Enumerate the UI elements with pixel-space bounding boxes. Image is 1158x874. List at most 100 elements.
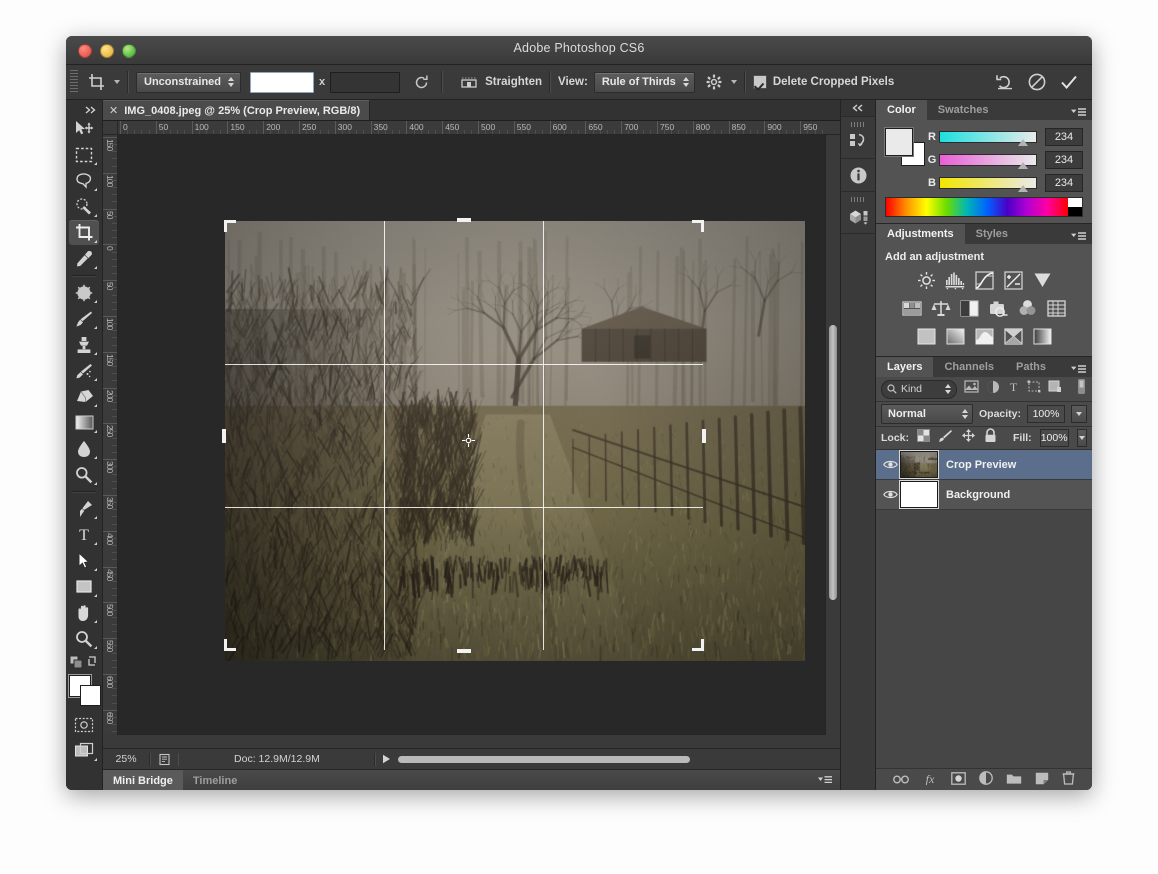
hand-tool[interactable] <box>69 600 99 625</box>
photo-filter-icon[interactable] <box>989 298 1009 318</box>
horizontal-scrollbar[interactable] <box>117 734 826 748</box>
crop-handle-tl2[interactable] <box>224 220 227 232</box>
lock-transparent-icon[interactable] <box>917 429 931 447</box>
channel-value-g[interactable]: 234 <box>1045 151 1083 169</box>
crop-handle-left[interactable] <box>222 429 226 443</box>
rectangular-marquee-tool[interactable] <box>69 142 99 167</box>
horizontal-scroll-thumb[interactable] <box>397 755 691 763</box>
b-slider-thumb[interactable] <box>1018 185 1028 192</box>
panel-menu-icon[interactable] <box>1071 362 1086 380</box>
crop-tool-icon[interactable] <box>84 69 110 95</box>
gear-chevron-icon[interactable] <box>730 80 737 84</box>
color-slider-r[interactable]: R 234 <box>925 128 1083 146</box>
vibrance-icon[interactable] <box>1032 270 1052 290</box>
filter-power-icon[interactable] <box>1076 378 1087 400</box>
new-adjustment-icon[interactable] <box>979 771 993 790</box>
channel-value-r[interactable]: 234 <box>1045 128 1083 146</box>
crop-handle-br2[interactable] <box>701 639 704 651</box>
eraser-tool[interactable] <box>69 384 99 409</box>
color-lookup-icon[interactable] <box>1047 298 1067 318</box>
layer-row-background[interactable]: Background <box>876 480 1092 510</box>
layer-name[interactable]: Crop Preview <box>946 459 1016 471</box>
color-spectrum-ramp[interactable] <box>885 197 1083 217</box>
eyedropper-tool[interactable] <box>69 246 99 271</box>
type-tool[interactable]: T <box>69 522 99 547</box>
crop-tool[interactable] <box>69 220 99 245</box>
new-layer-icon[interactable] <box>1035 772 1049 790</box>
layer-style-fx-icon[interactable]: fx <box>922 772 938 790</box>
path-selection-tool[interactable] <box>69 548 99 573</box>
lock-position-icon[interactable] <box>961 428 976 448</box>
canvas[interactable] <box>118 135 825 734</box>
threshold-icon[interactable] <box>974 326 994 346</box>
crop-handle-bottom[interactable] <box>457 649 471 653</box>
triangle-right-icon[interactable] <box>376 754 397 764</box>
move-tool[interactable] <box>69 116 99 141</box>
lock-image-icon[interactable] <box>938 429 953 448</box>
invert-icon[interactable] <box>916 326 936 346</box>
gradient-map-icon[interactable] <box>1032 326 1052 346</box>
background-color-swatch[interactable] <box>80 685 101 706</box>
clone-stamp-tool[interactable] <box>69 332 99 357</box>
blur-tool[interactable] <box>69 436 99 461</box>
shape-filter-icon[interactable] <box>1027 380 1041 398</box>
vertical-scroll-thumb[interactable] <box>829 325 837 600</box>
adjustment-filter-icon[interactable] <box>986 380 1000 399</box>
gear-icon[interactable] <box>701 69 727 95</box>
horizontal-ruler[interactable]: 0 50 100 150 200 250 300 350 400 450 500 550 600 650 7… <box>118 121 826 135</box>
cancel-icon[interactable] <box>1024 69 1050 95</box>
info-panel-button[interactable] <box>841 159 875 192</box>
g-slider-thumb[interactable] <box>1018 162 1028 169</box>
options-bar-grip[interactable] <box>70 70 78 94</box>
layer-row-crop-preview[interactable]: Crop Preview <box>876 450 1092 480</box>
zoom-level[interactable]: 25% <box>103 753 149 765</box>
tool-preset-chevron-icon[interactable] <box>114 80 120 84</box>
opacity-value[interactable]: 100% <box>1027 405 1065 423</box>
layer-thumbnail[interactable] <box>900 481 938 508</box>
foreground-background-colors[interactable] <box>67 674 101 706</box>
posterize-icon[interactable] <box>945 326 965 346</box>
swap-colors-control[interactable] <box>69 654 99 672</box>
rectangle-tool[interactable] <box>69 574 99 599</box>
color-slider-b[interactable]: B 234 <box>925 174 1083 192</box>
layer-thumbnail[interactable] <box>900 451 938 478</box>
eye-icon[interactable] <box>880 459 900 470</box>
vertical-ruler[interactable]: 150 100 50 0 50 100 150 200 250 300 350 400 450 500 55… <box>103 135 118 734</box>
layer-mask-icon[interactable] <box>951 771 966 790</box>
channel-mixer-icon[interactable] <box>1018 298 1038 318</box>
zoom-tool[interactable] <box>69 626 99 651</box>
foreground-color-swatch[interactable] <box>885 128 913 156</box>
pixel-filter-icon[interactable] <box>964 380 979 398</box>
checkmark-icon[interactable] <box>1056 69 1082 95</box>
tab-paths[interactable]: Paths <box>1005 357 1057 377</box>
opacity-dropdown-icon[interactable] <box>1071 405 1087 423</box>
tab-styles[interactable]: Styles <box>965 224 1019 244</box>
rotate-swap-icon[interactable] <box>408 69 434 95</box>
panel-menu-icon[interactable] <box>1071 229 1086 247</box>
tab-swatches[interactable]: Swatches <box>927 100 1000 120</box>
delete-cropped-pixels-label[interactable]: Delete Cropped Pixels <box>773 76 894 88</box>
color-slider-g[interactable]: G 234 <box>925 151 1083 169</box>
history-brush-tool[interactable] <box>69 358 99 383</box>
pen-tool[interactable] <box>69 496 99 521</box>
spot-healing-brush-tool[interactable] <box>69 280 99 305</box>
crop-preset-select[interactable]: Unconstrained <box>136 71 241 93</box>
color-swatch-pair[interactable] <box>885 128 925 166</box>
layer-filter-kind-select[interactable]: Kind <box>881 379 957 399</box>
dodge-tool[interactable] <box>69 462 99 487</box>
tab-adjustments[interactable]: Adjustments <box>876 224 965 244</box>
straighten-icon[interactable] <box>456 69 482 95</box>
quick-selection-tool[interactable] <box>69 194 99 219</box>
tab-layers[interactable]: Layers <box>876 357 934 377</box>
brush-tool[interactable] <box>69 306 99 331</box>
blend-mode-select[interactable]: Normal <box>881 404 973 424</box>
r-slider-thumb[interactable] <box>1018 139 1028 146</box>
layer-name[interactable]: Background <box>946 489 1010 501</box>
crop-handle-top[interactable] <box>457 218 471 222</box>
g-slider-track[interactable] <box>939 154 1037 169</box>
document-tab[interactable]: ✕ IMG_0408.jpeg @ 25% (Crop Preview, RGB… <box>103 100 371 120</box>
type-filter-icon[interactable]: T <box>1007 380 1020 398</box>
spectrum-gradient[interactable] <box>886 198 1068 216</box>
color-balance-icon[interactable] <box>931 298 951 318</box>
levels-icon[interactable] <box>945 270 965 290</box>
